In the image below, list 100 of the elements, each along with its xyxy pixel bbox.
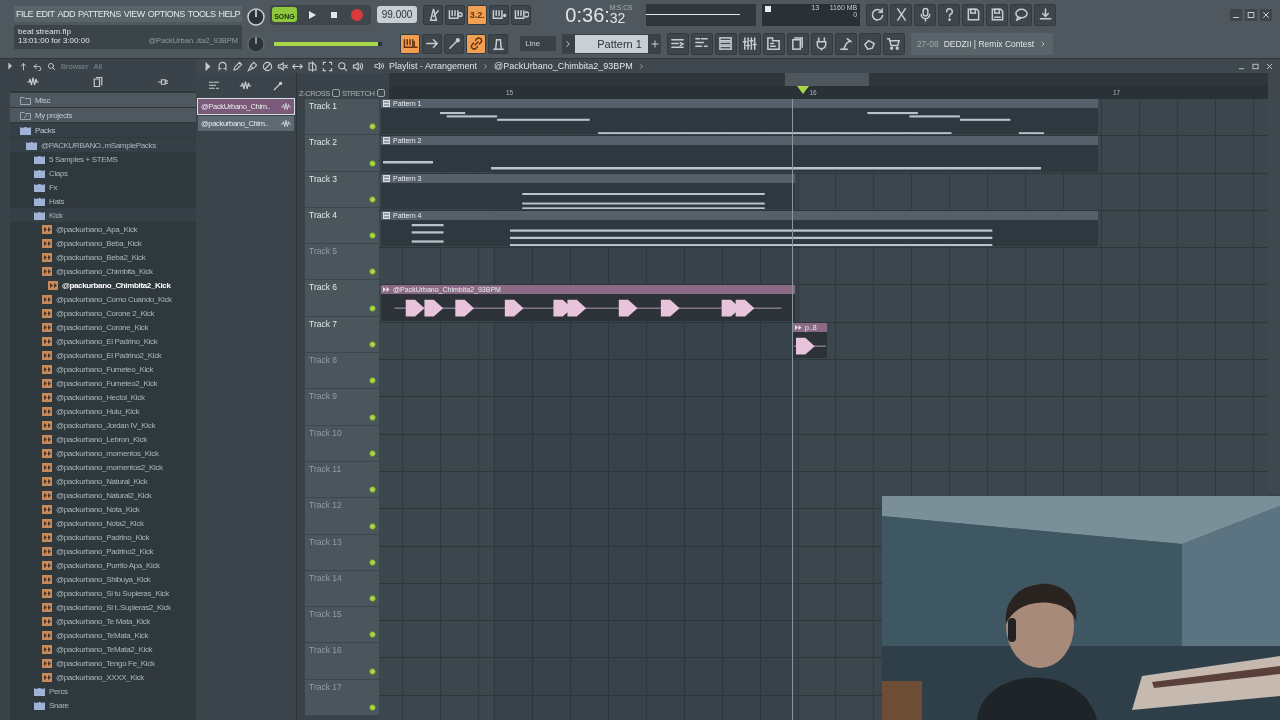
folder-item[interactable]: Hats [10,194,196,208]
track-enable-dot[interactable] [369,667,376,675]
snap-speaker-icon[interactable] [374,61,384,71]
track-enable-dot[interactable] [369,159,376,167]
track-header[interactable]: Track 7 [305,316,379,354]
sample-item[interactable]: @packurbano_Chimbita2_Kick [10,278,196,292]
magnet-icon[interactable] [217,60,228,72]
menu-item[interactable]: ADD [57,9,76,19]
track-enable-dot[interactable] [369,304,376,312]
checkbox[interactable] [331,89,340,97]
chevron-icon[interactable] [482,61,490,71]
sample-item[interactable]: @packurbano_Chimbita_Kick [10,264,196,278]
sample-item[interactable]: @packurbano_momentos2_Kick [10,460,196,474]
menu-item[interactable]: TOOLS [187,9,216,19]
sample-item[interactable]: @packurbano_Apa_Kick [10,222,196,236]
menu-item[interactable]: OPTIONS [147,9,185,19]
sample-item[interactable]: @packurbano_XXXX_Kick [10,670,196,684]
search-icon[interactable] [47,61,56,71]
sample-item[interactable]: @packurbano_Fumeteo_Kick [10,362,196,376]
mixer-icon[interactable] [742,36,758,51]
sample-item[interactable]: @packurbano_Nota2_Kick [10,516,196,530]
zoom-icon[interactable] [337,60,348,72]
folder-item[interactable]: Percs [10,684,196,698]
sample-item[interactable]: @packurbano_El Padrino2_Kick [10,348,196,362]
track-enable-dot[interactable] [369,413,376,421]
menu-item[interactable]: PATTERNS [78,9,121,19]
folder-item[interactable]: Snare [10,698,196,712]
maximize-icon[interactable] [1246,9,1256,20]
delete-icon[interactable] [262,60,273,72]
sample-item[interactable]: @packurbano_Fumeteo2_Kick [10,376,196,390]
channel-rack-icon[interactable] [718,36,734,51]
sample-item[interactable]: @packurbano_Lebron_Kick [10,432,196,446]
track-enable-dot[interactable] [369,486,376,494]
up-icon[interactable] [19,61,28,71]
folder-item[interactable]: 5 Samples + STEMS [10,152,196,166]
track-header[interactable]: Track 6 [305,280,379,317]
wave-icon[interactable] [281,118,291,129]
menu-arrow-icon[interactable] [202,60,213,72]
automation-icon[interactable] [272,80,285,92]
wave-icon[interactable] [239,80,253,92]
folder-item[interactable]: Fx [10,180,196,194]
floppy-icon[interactable] [989,7,1005,22]
track-enable-dot[interactable] [369,631,376,639]
pitch-knob[interactable] [246,34,267,54]
close-icon[interactable] [1265,61,1274,71]
track-enable-dot[interactable] [369,377,376,385]
chat-icon[interactable] [1013,7,1029,22]
files-icon[interactable] [790,36,806,51]
track-header[interactable]: Track 3 [305,171,379,208]
sample-item[interactable]: @packurbano_Natural_Kick [10,474,196,488]
mute-icon[interactable] [277,60,288,72]
countdown-button[interactable]: 3.2. [467,4,488,25]
sample-item[interactable]: @packurbano_Padrino_Kick [10,530,196,544]
cart-icon[interactable] [886,36,902,51]
wave-icon[interactable] [281,101,291,112]
restore-icon[interactable] [1251,61,1260,71]
sample-item[interactable]: @packurbano_Corone 2_Kick [10,306,196,320]
sample-item[interactable]: @packurbano_Si tu Supieras_Kick [10,586,196,600]
tempo-field[interactable]: 99.000 [376,6,418,23]
snap-dropdown[interactable]: Line [520,36,557,51]
track-enable-dot[interactable] [369,195,376,203]
browser-icon[interactable] [766,36,782,51]
menu-item[interactable]: EDIT [36,9,55,19]
sample-item[interactable]: @packurbano_Padrino2_Kick [10,544,196,558]
plus-icon[interactable] [649,37,660,50]
menu-item[interactable]: FILE [16,9,33,19]
sample-item[interactable]: @packurbano_Te Mata_Kick [10,614,196,628]
download-icon[interactable] [1037,7,1053,22]
sample-item[interactable]: @packurbano_Jordan IV_Kick [10,418,196,432]
sample-item[interactable]: @packurbano_Nota_Kick [10,502,196,516]
piano-icon[interactable] [207,80,220,92]
track-enable-dot[interactable] [369,595,376,603]
slice-icon[interactable] [307,60,318,72]
track-header[interactable]: Track 4 [305,207,379,245]
brush-icon[interactable] [247,60,258,72]
back-icon[interactable] [33,61,42,71]
playlist-icon[interactable] [670,36,686,51]
menu-item[interactable]: VIEW [123,9,145,19]
save-icon[interactable] [965,7,981,22]
sample-item[interactable]: @packurbano_Si t..Supieras2_Kick [10,600,196,614]
sample-item[interactable]: @packurbano_TeMata2_Kick [10,642,196,656]
scroll-thumb[interactable] [785,73,869,86]
sample-item[interactable]: @packurbano_Purrito Apa_Kick [10,558,196,572]
track-enable-dot[interactable] [369,341,376,349]
sample-item[interactable]: @packurbano_TeMata_Kick [10,628,196,642]
sample-item[interactable]: @packurbano_Hectol_Kick [10,390,196,404]
folder-item[interactable]: Kick [10,208,196,222]
track-enable-dot[interactable] [369,268,376,276]
pencil-icon[interactable] [232,60,243,72]
menu-item[interactable]: HELP [218,9,241,19]
folder-item[interactable]: @PACKURBANO..mSamplePacks [10,138,196,152]
folder-item[interactable]: Misc [10,93,196,108]
plug-icon[interactable] [156,76,170,88]
sample-item[interactable]: @packurbano_momentos_Kick [10,446,196,460]
volume-knob[interactable] [246,7,267,27]
close-icon[interactable] [1261,9,1271,20]
track-enable-dot[interactable] [369,232,376,240]
speaker-icon[interactable] [352,60,363,72]
track-header[interactable]: Track 1 [305,99,379,136]
track-enable-dot[interactable] [369,704,376,712]
